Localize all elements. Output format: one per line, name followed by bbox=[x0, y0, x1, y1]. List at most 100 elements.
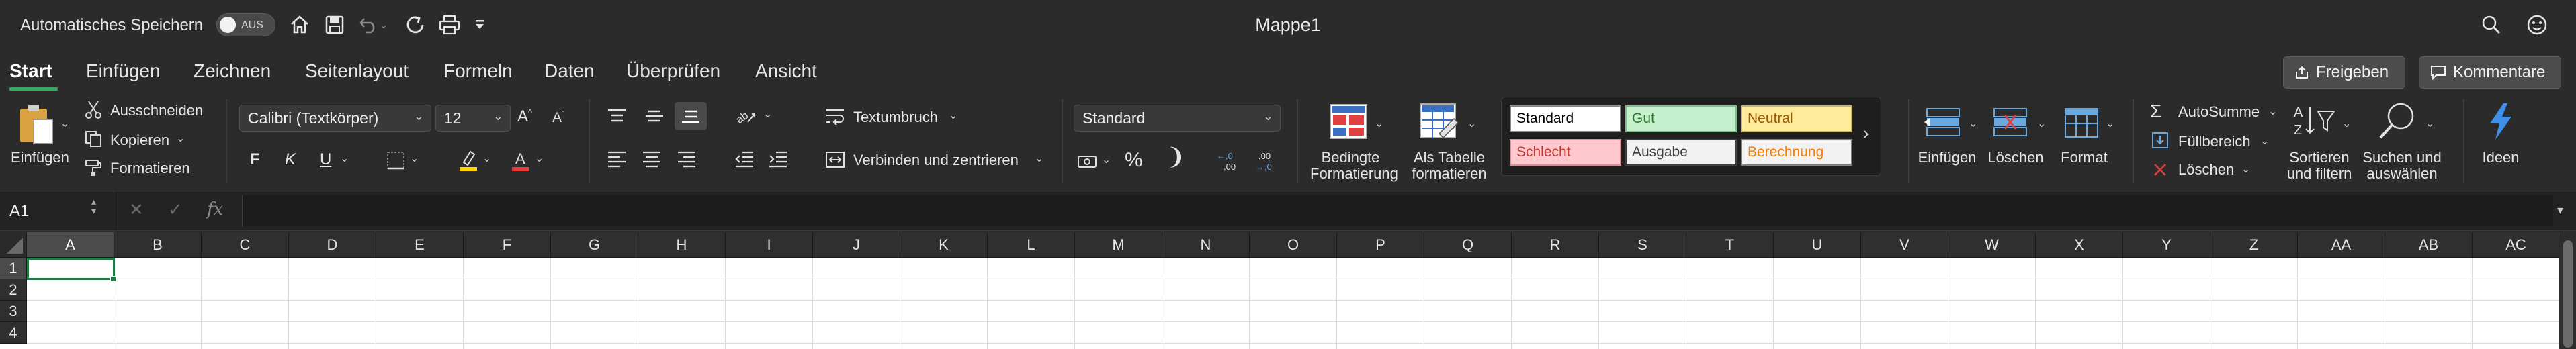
paste-icon[interactable] bbox=[12, 101, 59, 148]
conditional-formatting-label-2[interactable]: Formatierung bbox=[1310, 165, 1398, 183]
column-header-a[interactable]: A bbox=[27, 232, 114, 258]
search-icon[interactable] bbox=[2478, 11, 2505, 39]
bold-button[interactable]: F bbox=[250, 150, 260, 169]
row-header-1[interactable]: 1 bbox=[0, 258, 27, 279]
column-header-g[interactable]: G bbox=[551, 232, 638, 258]
merge-center-icon[interactable] bbox=[824, 149, 847, 170]
insert-function-icon[interactable]: fx bbox=[207, 199, 223, 219]
print-icon[interactable] bbox=[435, 11, 464, 39]
delete-cells-icon[interactable] bbox=[1989, 103, 2032, 142]
tab-zeichnen[interactable]: Zeichnen bbox=[194, 60, 271, 82]
column-header-x[interactable]: X bbox=[2036, 232, 2123, 258]
ideas-icon[interactable] bbox=[2479, 101, 2522, 142]
feedback-icon[interactable] bbox=[2524, 11, 2550, 39]
column-header-q[interactable]: Q bbox=[1424, 232, 1512, 258]
vertical-scrollbar[interactable] bbox=[2559, 232, 2576, 349]
tab-ueberpruefen[interactable]: Überprüfen bbox=[626, 60, 720, 82]
column-header-ac[interactable]: AC bbox=[2473, 232, 2560, 258]
cell-style-schlecht[interactable]: Schlecht bbox=[1510, 139, 1621, 166]
align-center-icon[interactable] bbox=[640, 148, 664, 170]
column-header-b[interactable]: B bbox=[114, 232, 202, 258]
column-header-o[interactable]: O bbox=[1250, 232, 1337, 258]
align-middle-icon[interactable] bbox=[642, 105, 667, 128]
column-header-e[interactable]: E bbox=[376, 232, 464, 258]
tab-ansicht[interactable]: Ansicht bbox=[755, 60, 817, 82]
percent-button[interactable]: % bbox=[1125, 149, 1143, 172]
name-box[interactable]: A1 bbox=[0, 191, 114, 230]
sort-filter-icon[interactable]: AZ bbox=[2291, 101, 2338, 141]
scrollbar-thumb[interactable] bbox=[2563, 240, 2573, 348]
align-left-icon[interactable] bbox=[605, 148, 629, 170]
fill-handle[interactable] bbox=[110, 276, 116, 282]
tab-einfuegen[interactable]: Einfügen bbox=[86, 60, 161, 82]
column-header-n[interactable]: N bbox=[1162, 232, 1250, 258]
fill-dropdown-icon[interactable]: ⌄ bbox=[2260, 134, 2269, 148]
undo-dropdown-icon[interactable]: ⌄ bbox=[379, 18, 388, 32]
merge-center-label[interactable]: Verbinden und zentrieren bbox=[853, 152, 1019, 169]
column-header-y[interactable]: Y bbox=[2123, 232, 2210, 258]
insert-cells-icon[interactable] bbox=[1922, 103, 1965, 142]
column-header-w[interactable]: W bbox=[1948, 232, 2036, 258]
fill-label[interactable]: Füllbereich bbox=[2178, 133, 2251, 150]
tab-daten[interactable]: Daten bbox=[544, 60, 595, 82]
font-color-dropdown-icon[interactable]: ⌄ bbox=[535, 152, 544, 165]
format-as-table-label-2[interactable]: formatieren bbox=[1404, 165, 1494, 183]
font-color-icon[interactable]: A bbox=[509, 148, 532, 173]
cancel-entry-icon[interactable]: ✕ bbox=[129, 199, 144, 220]
clear-icon[interactable] bbox=[2150, 160, 2170, 180]
align-top-icon[interactable] bbox=[605, 105, 629, 128]
autosave-toggle[interactable]: AUS bbox=[216, 13, 275, 36]
align-right-icon[interactable] bbox=[675, 148, 699, 170]
paste-label[interactable]: Einfügen bbox=[11, 149, 69, 166]
cut-label[interactable]: Ausschneiden bbox=[110, 102, 203, 119]
customize-icon[interactable] bbox=[472, 11, 488, 39]
clear-label[interactable]: Löschen bbox=[2178, 161, 2234, 179]
conditional-formatting-icon[interactable] bbox=[1328, 101, 1369, 142]
cell-style-standard[interactable]: Standard bbox=[1510, 105, 1621, 132]
column-header-s[interactable]: S bbox=[1599, 232, 1686, 258]
format-as-table-dropdown-icon[interactable]: ⌄ bbox=[1467, 117, 1476, 130]
insert-dropdown-icon[interactable]: ⌄ bbox=[1969, 117, 1977, 130]
cell-style-berechnung[interactable]: Berechnung bbox=[1741, 139, 1852, 166]
format-as-table-icon[interactable] bbox=[1418, 101, 1461, 142]
column-header-f[interactable]: F bbox=[464, 232, 551, 258]
autosum-label[interactable]: AutoSumme bbox=[2178, 103, 2260, 121]
spreadsheet-grid[interactable]: A B C D E F G H I J K L M N O P Q R S T U V W X Y Z AA AB AC 1 2 3 4 bbox=[0, 232, 2576, 349]
wrap-text-label[interactable]: Textumbruch bbox=[853, 109, 938, 126]
name-box-stepper-icon[interactable]: ▴ ▾ bbox=[91, 197, 96, 215]
ideas-label[interactable]: Ideen bbox=[2474, 149, 2528, 166]
column-header-c[interactable]: C bbox=[202, 232, 289, 258]
sort-filter-label-1[interactable]: Sortieren bbox=[2279, 149, 2360, 166]
copy-label[interactable]: Kopieren bbox=[110, 132, 169, 149]
paste-dropdown-icon[interactable]: ⌄ bbox=[60, 117, 69, 130]
column-header-j[interactable]: J bbox=[813, 232, 900, 258]
delete-label[interactable]: Löschen bbox=[1982, 149, 2049, 166]
expand-formula-bar-icon[interactable]: ▾ bbox=[2557, 203, 2563, 217]
underline-dropdown-icon[interactable]: ⌄ bbox=[340, 152, 349, 165]
copy-icon[interactable] bbox=[83, 129, 103, 149]
row-header-3[interactable]: 3 bbox=[0, 301, 27, 322]
cell-style-gut[interactable]: Gut bbox=[1625, 105, 1737, 132]
confirm-entry-icon[interactable]: ✓ bbox=[168, 199, 183, 220]
decrease-font-size-icon[interactable]: Aˇ bbox=[552, 109, 564, 126]
column-header-z[interactable]: Z bbox=[2210, 232, 2298, 258]
autosum-dropdown-icon[interactable]: ⌄ bbox=[2268, 105, 2277, 118]
decrease-indent-icon[interactable] bbox=[732, 148, 757, 170]
home-icon[interactable] bbox=[286, 11, 313, 39]
borders-icon[interactable] bbox=[384, 149, 407, 172]
cut-icon[interactable] bbox=[83, 99, 103, 119]
formula-input[interactable] bbox=[242, 195, 2553, 226]
wrap-text-icon[interactable] bbox=[824, 106, 847, 126]
italic-button[interactable]: K bbox=[285, 150, 296, 169]
format-painter-icon[interactable] bbox=[83, 157, 103, 177]
font-size-select[interactable]: 12 ⌄ bbox=[435, 105, 511, 132]
share-button[interactable]: Freigeben bbox=[2283, 56, 2405, 89]
format-cells-icon[interactable] bbox=[2060, 103, 2103, 142]
align-bottom-icon[interactable] bbox=[675, 102, 707, 130]
font-family-select[interactable]: Calibri (Textkörper) ⌄ bbox=[239, 105, 431, 132]
underline-button[interactable]: U bbox=[320, 150, 331, 169]
tab-seitenlayout[interactable]: Seitenlayout bbox=[305, 60, 409, 82]
column-header-r[interactable]: R bbox=[1512, 232, 1599, 258]
row-header-4[interactable]: 4 bbox=[0, 322, 27, 344]
borders-dropdown-icon[interactable]: ⌄ bbox=[410, 152, 419, 165]
